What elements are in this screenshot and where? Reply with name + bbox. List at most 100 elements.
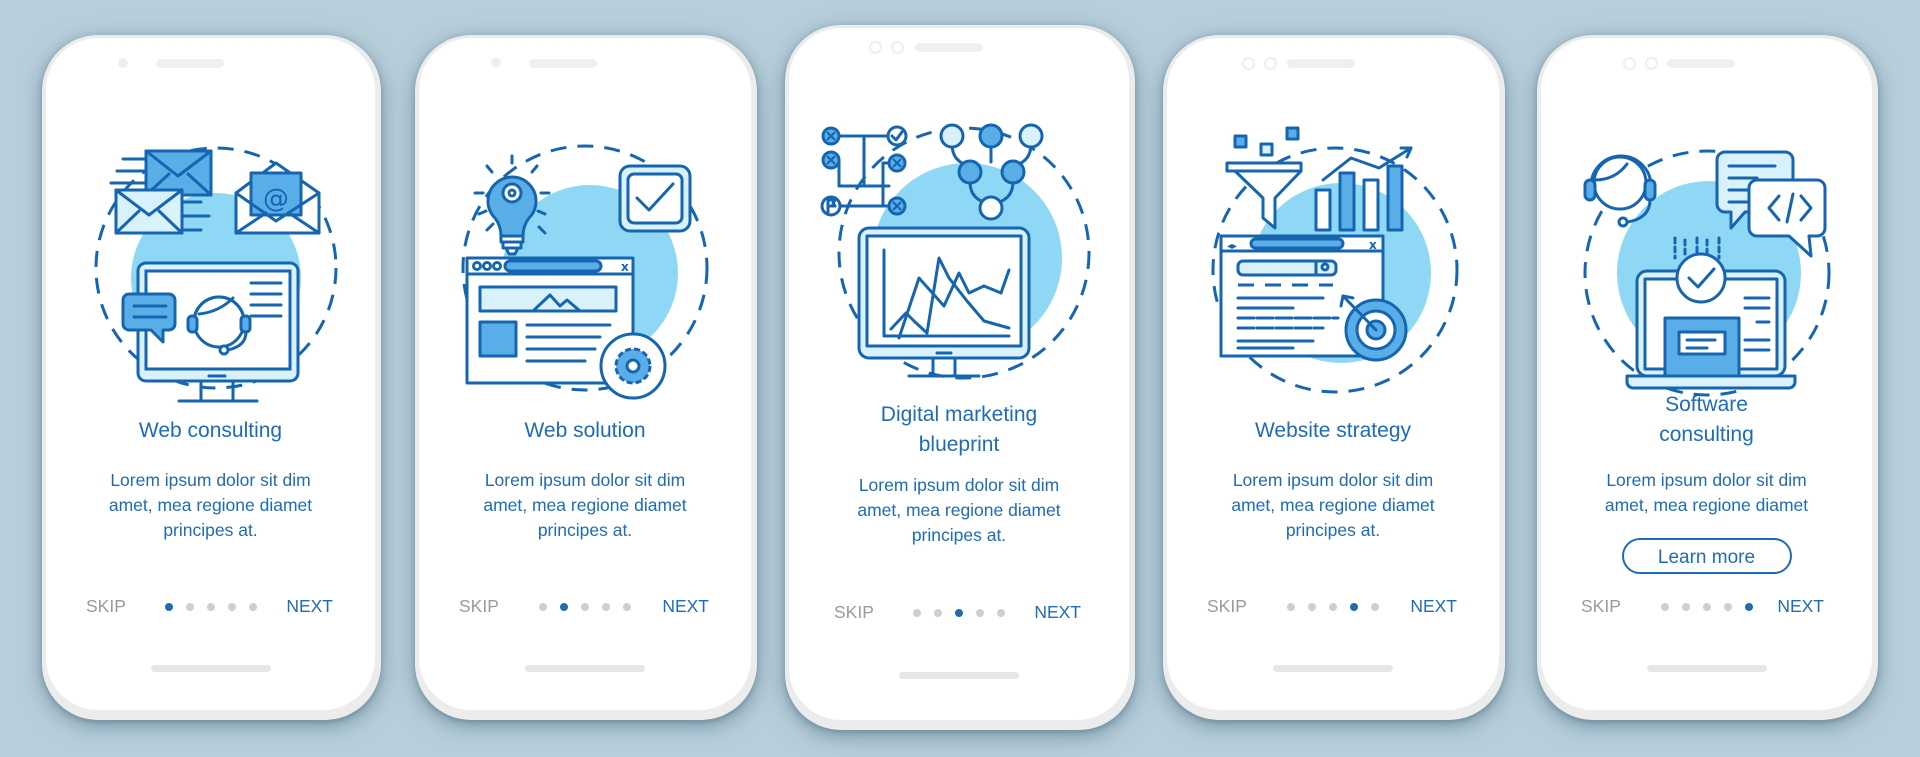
decision-tree-icon: [820, 125, 908, 217]
page-dot[interactable]: [1660, 603, 1669, 611]
speaker-icon: [156, 59, 224, 68]
growth-bar-chart-icon: [1314, 146, 1413, 232]
home-indicator: [1646, 665, 1767, 672]
page-dot[interactable]: [976, 609, 984, 617]
page-dot-active[interactable]: [164, 603, 173, 611]
home-indicator: [525, 665, 645, 672]
page-dot-active[interactable]: [560, 603, 568, 611]
skip-button[interactable]: SKIP: [459, 596, 499, 617]
camera-icon: [1623, 57, 1636, 70]
onboarding-screen: Digital marketing blueprint Lorem ipsum …: [789, 28, 1129, 720]
onboarding-nav: SKIP NEXT: [789, 602, 1129, 626]
skip-button[interactable]: SKIP: [1581, 596, 1621, 617]
phone-notch: [1167, 56, 1499, 70]
page-dot[interactable]: [539, 603, 547, 611]
home-indicator: [899, 672, 1019, 679]
software-consulting-illustration: [1541, 118, 1872, 418]
camera-icon: [869, 41, 882, 54]
gear-badge-icon: [599, 332, 667, 400]
page-dot-active[interactable]: [1744, 603, 1753, 611]
page-dot[interactable]: [623, 603, 631, 611]
next-button[interactable]: NEXT: [1777, 596, 1824, 617]
onboarding-nav: SKIP NEXT: [46, 596, 375, 620]
title-line: blueprint: [918, 433, 1000, 456]
page-dot[interactable]: [1329, 603, 1337, 611]
phone-web-consulting: @ Web consulting Lorem ipsum dolor sit d…: [42, 35, 381, 720]
page-dot[interactable]: [913, 609, 921, 617]
phone-notch: [789, 40, 1129, 54]
page-dot[interactable]: [248, 603, 257, 611]
next-button[interactable]: NEXT: [662, 596, 709, 617]
camera-icon: [118, 58, 128, 68]
description-line: amet, mea regione diamet: [857, 500, 1061, 520]
page-dot[interactable]: [997, 609, 1005, 617]
email-at-icon: @: [234, 161, 320, 235]
page-dot[interactable]: [227, 603, 236, 611]
next-button[interactable]: NEXT: [286, 596, 333, 617]
home-indicator: [1273, 665, 1393, 672]
phone-notch: [46, 56, 375, 70]
camera-icon: [1242, 57, 1255, 70]
next-button[interactable]: NEXT: [1410, 596, 1457, 617]
description-line: Lorem ipsum dolor sit dim: [110, 470, 311, 490]
page-dot[interactable]: [206, 603, 215, 611]
page-dot[interactable]: [1723, 603, 1732, 611]
skip-button[interactable]: SKIP: [834, 602, 874, 623]
camera-icon: [491, 58, 501, 68]
page-dot[interactable]: [1681, 603, 1690, 611]
screen-title: Digital marketing blueprint: [789, 400, 1129, 460]
page-indicator: [1287, 603, 1379, 611]
title-line: consulting: [1659, 423, 1754, 446]
page-indicator: [1660, 603, 1753, 611]
description-line: amet, mea regione diamet: [1231, 495, 1435, 515]
page-dot[interactable]: [934, 609, 942, 617]
skip-button[interactable]: SKIP: [1207, 596, 1247, 617]
description-line: principes at.: [1285, 520, 1381, 540]
page-dot[interactable]: [1287, 603, 1295, 611]
svg-text:x: x: [1369, 238, 1377, 252]
description-line: amet, mea regione diamet: [108, 495, 313, 515]
website-strategy-illustration: ◂▸ x: [1167, 118, 1499, 418]
page-indicator: [913, 609, 1005, 617]
speaker-icon: [1287, 59, 1355, 68]
page-dot[interactable]: [1371, 603, 1379, 611]
sensor-icon: [1645, 57, 1658, 70]
digital-marketing-blueprint-illustration: [789, 108, 1129, 408]
phone-digital-marketing-blueprint: Digital marketing blueprint Lorem ipsum …: [785, 25, 1135, 730]
page-dot-active[interactable]: [955, 609, 963, 617]
monitor-support-icon: [121, 261, 299, 403]
learn-more-button[interactable]: Learn more: [1621, 538, 1792, 574]
onboarding-nav: SKIP NEXT: [1541, 596, 1872, 620]
page-indicator: [164, 603, 257, 611]
speaker-icon: [915, 43, 983, 52]
svg-text:x: x: [621, 260, 629, 274]
web-solution-illustration: x: [419, 118, 751, 418]
description-line: principes at.: [163, 520, 258, 540]
description-line: Lorem ipsum dolor sit dim: [484, 470, 686, 490]
screen-title: Software consulting: [1541, 390, 1872, 450]
screen-description: Lorem ipsum dolor sit dim amet, mea regi…: [76, 468, 345, 543]
sensor-icon: [891, 41, 904, 54]
page-dot-active[interactable]: [1350, 603, 1358, 611]
sensor-icon: [1264, 57, 1277, 70]
screen-description: Lorem ipsum dolor sit dim amet, mea regi…: [449, 468, 721, 543]
web-consulting-illustration: @: [46, 118, 375, 418]
next-button[interactable]: NEXT: [1034, 602, 1081, 623]
phone-notch: [419, 56, 751, 70]
onboarding-nav: SKIP NEXT: [1167, 596, 1499, 620]
phone-software-consulting: Software consulting Lorem ipsum dolor si…: [1537, 35, 1878, 720]
skip-button[interactable]: SKIP: [86, 596, 126, 617]
description-line: Lorem ipsum dolor sit dim: [1232, 470, 1434, 490]
svg-text:◂▸: ◂▸: [1227, 241, 1237, 252]
checkbox-checked-icon: [618, 164, 692, 233]
screen-description: Lorem ipsum dolor sit dim amet, mea regi…: [1571, 468, 1842, 518]
page-dot[interactable]: [602, 603, 610, 611]
page-dot[interactable]: [581, 603, 589, 611]
phone-website-strategy: ◂▸ x Website strategy Lorem ipsum dolor …: [1163, 35, 1505, 720]
page-dot[interactable]: [1308, 603, 1316, 611]
onboarding-screen: ◂▸ x Website strategy Lorem ipsum dolor …: [1167, 38, 1499, 710]
page-dot[interactable]: [1702, 603, 1711, 611]
description-line: amet, mea regione diamet: [1604, 495, 1809, 515]
page-dot[interactable]: [185, 603, 194, 611]
screen-description: Lorem ipsum dolor sit dim amet, mea regi…: [1197, 468, 1469, 543]
